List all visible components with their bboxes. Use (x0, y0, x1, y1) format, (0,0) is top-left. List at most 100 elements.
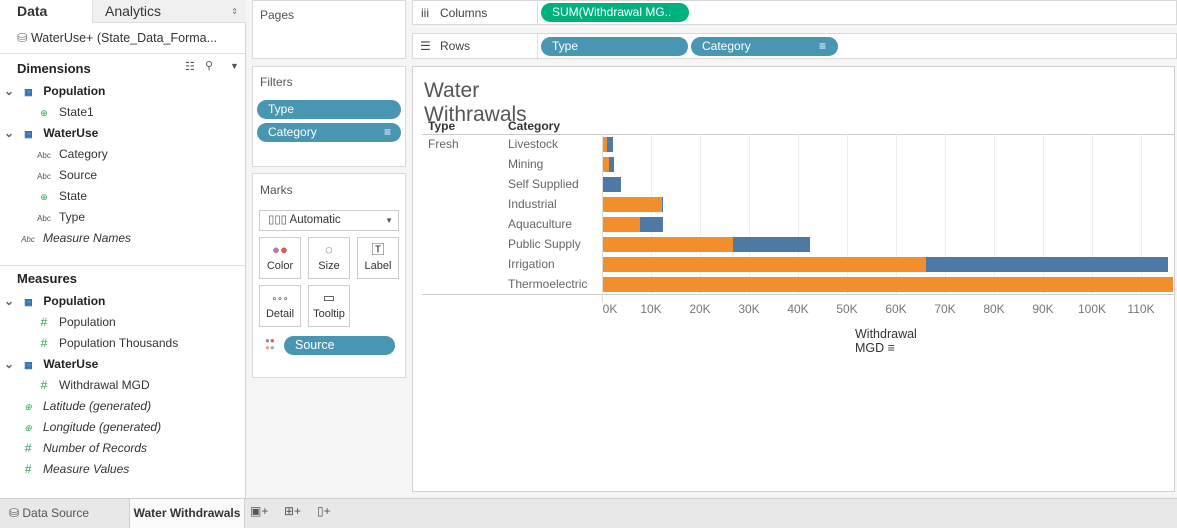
num-icon: # (40, 336, 48, 350)
field-label: Population (59, 315, 116, 329)
field-label: Longitude (generated) (43, 420, 162, 434)
field-item[interactable]: # Population (33, 312, 116, 332)
detail-button[interactable]: ∘∘∘ Detail (259, 285, 301, 327)
measures-title: Measures (17, 271, 77, 286)
field-item[interactable]: # Measure Values (17, 459, 130, 479)
tab-data-source[interactable]: ⛁ Data Source (0, 499, 129, 528)
pill-label: Category (702, 39, 751, 53)
bar-segment[interactable] (606, 137, 613, 152)
chevron-down-icon[interactable]: ⌄ (4, 84, 17, 98)
bar-segment[interactable] (603, 277, 1173, 292)
category-label[interactable]: Industrial (508, 197, 557, 211)
bar-segment[interactable] (603, 197, 662, 212)
dropdown-icon[interactable]: ▼ (230, 61, 239, 71)
category-label[interactable]: Mining (508, 157, 543, 171)
filter-pill-type[interactable]: Type (257, 100, 401, 119)
geo-icon: ⊕ (24, 402, 32, 412)
color-pill-source[interactable]: Source (284, 336, 395, 355)
bar-segment[interactable] (926, 257, 1169, 272)
header-type[interactable]: Type (428, 119, 455, 133)
field-item[interactable]: Abc Measure Names (17, 228, 131, 248)
header-category[interactable]: Category (508, 119, 560, 133)
bar-segment[interactable] (603, 217, 640, 232)
category-label[interactable]: Irrigation (508, 257, 555, 271)
tab-data[interactable]: Data (0, 0, 92, 23)
field-item[interactable]: Abc Category (33, 144, 108, 164)
field-label: WaterUse (43, 126, 99, 140)
column-pill-sum-withdrawal[interactable]: SUM(Withdrawal MG.. (541, 3, 689, 22)
size-button[interactable]: ◌ Size (308, 237, 350, 279)
mark-type-select[interactable]: ▯▯▯ Automatic ▼ (259, 210, 399, 231)
list-view-icon[interactable]: ☷ (185, 60, 195, 73)
datasource-name: WaterUse+ (State_Data_Forma... (30, 31, 218, 45)
tab-analytics[interactable]: Analytics ⇕ (92, 0, 246, 23)
columns-shelf[interactable]: iii Columns SUM(Withdrawal MG.. (412, 0, 1177, 26)
x-axis-label: Withdrawal MGD (855, 327, 917, 355)
rows-icon: ☰ (420, 39, 431, 53)
x-tick-label: 50K (836, 302, 858, 316)
category-label[interactable]: Self Supplied (508, 177, 579, 191)
bar-segment[interactable] (639, 217, 664, 232)
filter-pill-category[interactable]: Category ≡ (257, 123, 401, 142)
x-axis-title[interactable]: Withdrawal MGD ≡ (855, 327, 917, 355)
row-pill-category[interactable]: Category ≡ (691, 37, 838, 56)
field-label: Type (59, 210, 86, 224)
type-value[interactable]: Fresh (428, 137, 459, 151)
tooltip-button[interactable]: ▭ Tooltip (308, 285, 350, 327)
field-item[interactable]: ⊕ Longitude (generated) (17, 417, 161, 437)
category-label[interactable]: Thermoelectric (508, 277, 587, 291)
row-pill-type[interactable]: Type (541, 37, 688, 56)
bar-segment[interactable] (603, 237, 733, 252)
category-label[interactable]: Livestock (508, 137, 558, 151)
field-item[interactable]: ⊕ State (33, 186, 87, 206)
pages-shelf[interactable]: Pages (252, 0, 406, 59)
mark-type-value: Automatic (289, 214, 341, 226)
num-icon: # (24, 462, 32, 476)
field-label: Number of Records (43, 441, 148, 455)
abc-icon: Abc (37, 151, 51, 160)
field-item[interactable]: Abc Type (33, 207, 85, 227)
category-label[interactable]: Public Supply (508, 237, 581, 251)
field-item[interactable]: Abc Source (33, 165, 97, 185)
chevron-down-icon[interactable]: ⌄ (4, 294, 17, 308)
field-group[interactable]: ⌄ ▦ WaterUse (4, 354, 98, 374)
new-dashboard-icon[interactable]: ⊞+ (284, 504, 301, 518)
field-item[interactable]: ⊕ State1 (33, 102, 94, 122)
bar-segment[interactable] (603, 177, 621, 192)
field-group[interactable]: ⌄ ▦ Population (4, 291, 105, 311)
label-button[interactable]: 🅃 Label (357, 237, 399, 279)
chevron-down-icon[interactable]: ⌄ (4, 126, 17, 140)
field-item[interactable]: # Number of Records (17, 438, 147, 458)
tab-water-withdrawals[interactable]: Water Withdrawals (129, 499, 245, 528)
bar-segment[interactable] (661, 197, 663, 212)
bar-segment[interactable] (603, 257, 927, 272)
num-icon: # (40, 315, 48, 329)
abc-icon: Abc (21, 235, 35, 244)
marks-title: Marks (260, 183, 293, 197)
bar-segment[interactable] (732, 237, 810, 252)
new-worksheet-icon[interactable]: ▣+ (250, 504, 268, 518)
color-button[interactable]: ●● Color (259, 237, 301, 279)
rows-shelf[interactable]: ☰ Rows Type Category ≡ (412, 33, 1177, 60)
x-tick-label: 70K (934, 302, 956, 316)
bar-segment[interactable] (608, 157, 614, 172)
sort-icon: ≡ (383, 125, 391, 139)
filters-shelf[interactable]: Filters Type Category ≡ (252, 66, 406, 167)
field-group[interactable]: ⌄ ▦ WaterUse (4, 123, 98, 143)
field-label: Measure Values (43, 462, 130, 476)
new-story-icon[interactable]: ▯+ (317, 504, 331, 518)
field-group[interactable]: ⌄ ▦ Population (4, 81, 105, 101)
field-label: State1 (59, 105, 94, 119)
datasource-item[interactable]: ⛁ WaterUse+ (State_Data_Forma... (17, 28, 217, 48)
field-item[interactable]: # Withdrawal MGD (33, 375, 150, 395)
category-label[interactable]: Aquaculture (508, 217, 572, 231)
search-icon[interactable]: ⚲ (205, 59, 213, 72)
x-tick-label: 30K (738, 302, 760, 316)
tooltip-icon: ▭ (322, 290, 336, 305)
divider (0, 265, 245, 266)
divider (0, 53, 245, 54)
field-item[interactable]: ⊕ Latitude (generated) (17, 396, 151, 416)
table-icon: ▦ (24, 129, 33, 139)
field-item[interactable]: # Population Thousands (33, 333, 179, 353)
chevron-down-icon[interactable]: ⌄ (4, 357, 17, 371)
